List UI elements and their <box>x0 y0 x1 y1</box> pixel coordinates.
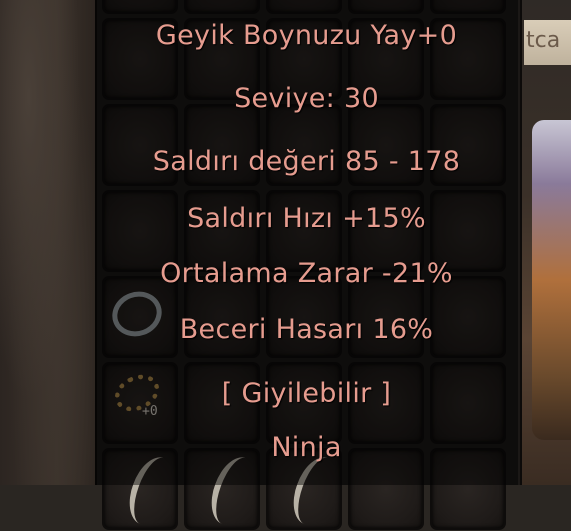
wearable-label: [ Giyilebilir ] <box>221 378 392 409</box>
background-panel-text: tca <box>526 28 561 53</box>
class-restriction: Ninja <box>271 432 342 463</box>
character-figure <box>532 120 571 440</box>
background-panel: tca <box>524 20 571 65</box>
item-tooltip: Geyik Boynuzu Yay+0 Seviye: 30 Saldırı d… <box>95 0 518 485</box>
average-damage: Ortalama Zarar -21% <box>160 258 453 289</box>
attack-speed: Saldırı Hızı +15% <box>187 203 426 234</box>
skill-damage: Beceri Hasarı 16% <box>179 314 434 345</box>
item-level: Seviye: 30 <box>234 83 379 114</box>
game-world-right: tca <box>518 0 571 485</box>
item-name: Geyik Boynuzu Yay+0 <box>155 20 458 51</box>
attack-value: Saldırı değeri 85 - 178 <box>152 146 461 177</box>
game-world-left <box>0 0 95 485</box>
